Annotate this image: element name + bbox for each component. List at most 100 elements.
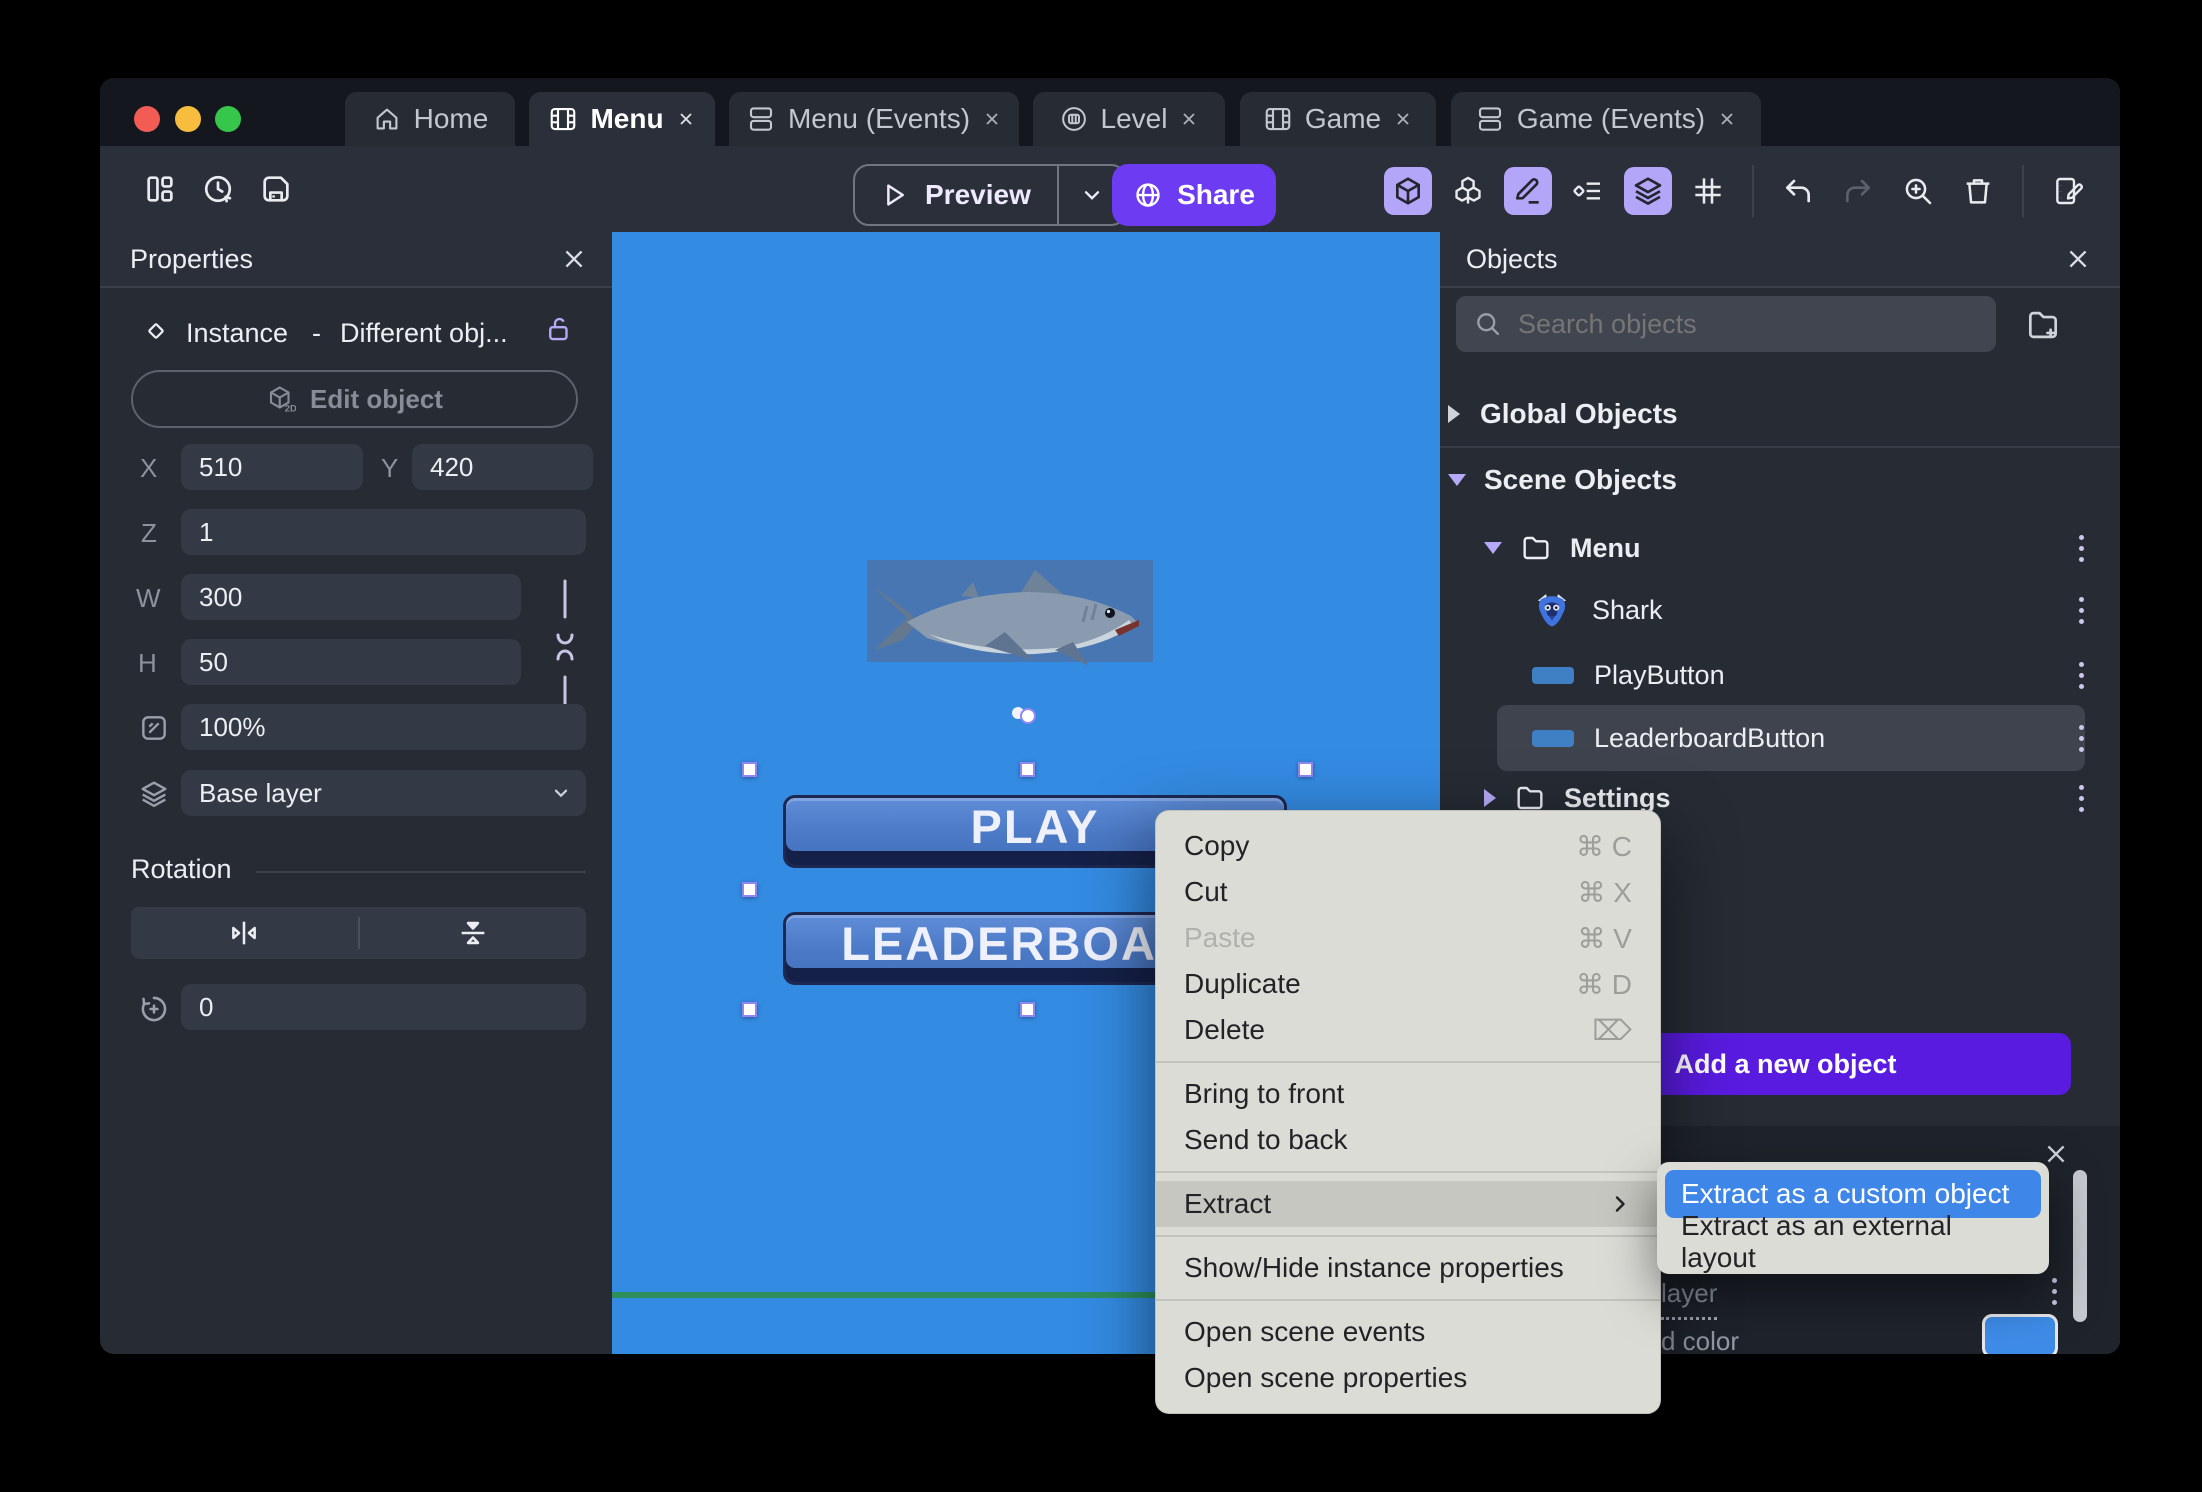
height-input[interactable]: [181, 639, 521, 685]
close-icon[interactable]: [2042, 1140, 2070, 1168]
link-dimensions-icon[interactable]: [552, 577, 578, 717]
tab-menu-events[interactable]: Menu (Events): [729, 92, 1019, 146]
toolbar-separator: [1752, 165, 1754, 217]
rotation-input[interactable]: [181, 984, 586, 1030]
object-row-shark[interactable]: Shark: [1532, 584, 2084, 636]
delete-button[interactable]: [1954, 167, 2002, 215]
selection-handle-top-right[interactable]: [1298, 762, 1313, 777]
flip-horizontal-button[interactable]: [131, 916, 358, 950]
folder-row-menu[interactable]: Menu: [1484, 524, 2084, 572]
opacity-input[interactable]: [181, 704, 586, 750]
kebab-menu-icon[interactable]: [2079, 724, 2084, 752]
zoom-button[interactable]: [1894, 167, 1942, 215]
close-icon[interactable]: [2064, 245, 2092, 273]
flip-vertical-button[interactable]: [360, 916, 587, 950]
objects-3d-toggle[interactable]: [1384, 167, 1432, 215]
dashboard-icon: [143, 172, 177, 206]
menu-item-bring-to-front[interactable]: Bring to front: [1156, 1071, 1660, 1117]
tab-menu[interactable]: Menu: [529, 92, 715, 146]
menu-item-copy[interactable]: Copy ⌘ C: [1156, 823, 1660, 869]
instance-object-name: Different obj...: [340, 318, 508, 348]
kebab-menu-icon[interactable]: [2079, 596, 2084, 624]
objects-list-toggle[interactable]: [1444, 167, 1492, 215]
tab-label: Game: [1304, 103, 1382, 134]
close-icon[interactable]: [676, 109, 696, 129]
tab-game[interactable]: Game: [1240, 92, 1436, 146]
z-input[interactable]: [181, 509, 586, 555]
scene-objects-group[interactable]: Scene Objects: [1448, 458, 1677, 502]
tab-label: Menu (Events): [787, 103, 971, 134]
menu-divider: [1156, 1235, 1660, 1237]
close-icon[interactable]: [560, 245, 588, 273]
edit-scene-properties-button[interactable]: [2044, 167, 2092, 215]
preview-button[interactable]: Preview: [855, 179, 1057, 211]
menu-item-extract[interactable]: Extract: [1156, 1181, 1660, 1227]
tab-label: Level: [1100, 103, 1168, 134]
menu-item-delete[interactable]: Delete ⌦: [1156, 1007, 1660, 1053]
kebab-menu-icon[interactable]: [2079, 784, 2084, 812]
rotate-handle[interactable]: [1020, 708, 1036, 724]
layer-select[interactable]: Base layer: [181, 770, 586, 816]
chevron-down-icon: [1484, 542, 1502, 554]
edit-object-button[interactable]: 2D Edit object: [131, 370, 578, 428]
menu-item-duplicate[interactable]: Duplicate ⌘ D: [1156, 961, 1660, 1007]
window-maximize-button[interactable]: [215, 106, 241, 132]
tab-level[interactable]: Level: [1033, 92, 1225, 146]
shortcut-label: ⌘ C: [1576, 830, 1632, 862]
project-manager-button[interactable]: [136, 165, 184, 213]
tab-game-events[interactable]: Game (Events): [1451, 92, 1761, 146]
close-icon[interactable]: [982, 109, 1002, 129]
grid-toggle[interactable]: [1684, 167, 1732, 215]
close-icon[interactable]: [1717, 109, 1737, 129]
shortcut-label: ⌘ D: [1576, 968, 1632, 1000]
shark-sprite[interactable]: [867, 556, 1153, 686]
search-input[interactable]: [1518, 308, 1978, 340]
close-icon[interactable]: [1179, 109, 1199, 129]
menu-item-send-to-back[interactable]: Send to back: [1156, 1117, 1660, 1163]
object-row-leaderboardbutton[interactable]: LeaderboardButton: [1532, 712, 2084, 764]
delete-key-icon: ⌦: [1592, 1014, 1632, 1046]
x-input[interactable]: [181, 444, 363, 490]
new-folder-icon[interactable]: [2024, 306, 2062, 344]
scrollbar-thumb[interactable]: [2073, 1170, 2087, 1322]
kebab-menu-icon[interactable]: [2079, 534, 2084, 562]
layers-toggle[interactable]: [1624, 167, 1672, 215]
menu-item-cut[interactable]: Cut ⌘ X: [1156, 869, 1660, 915]
history-button[interactable]: [194, 165, 242, 213]
save-button[interactable]: [252, 165, 300, 213]
selection-handle-bottom-left[interactable]: [742, 1002, 757, 1017]
close-icon[interactable]: [1393, 109, 1413, 129]
selection-handle-top-left[interactable]: [742, 762, 757, 777]
object-row-playbutton[interactable]: PlayButton: [1532, 649, 2084, 701]
window-close-button[interactable]: [134, 106, 160, 132]
kebab-menu-icon[interactable]: [2052, 1278, 2057, 1305]
window-minimize-button[interactable]: [175, 106, 201, 132]
width-input[interactable]: [181, 574, 521, 620]
lock-open-icon[interactable]: [544, 314, 574, 344]
y-input[interactable]: [412, 444, 593, 490]
menu-item-paste[interactable]: Paste ⌘ V: [1156, 915, 1660, 961]
layer-name-text[interactable]: layer: [1661, 1278, 1718, 1320]
zoom-in-icon: [1902, 175, 1934, 207]
z-label: Z: [141, 518, 157, 548]
chevron-right-icon: [1484, 789, 1496, 807]
menu-item-open-scene-events[interactable]: Open scene events: [1156, 1309, 1660, 1355]
share-button[interactable]: Share: [1112, 164, 1276, 226]
selection-handle-mid-left[interactable]: [742, 882, 757, 897]
search-objects-field[interactable]: [1456, 296, 1996, 352]
edit-mode-toggle[interactable]: [1504, 167, 1552, 215]
svg-text:2D: 2D: [285, 404, 296, 414]
submenu-item-extract-external-layout[interactable]: Extract as an external layout: [1665, 1210, 2041, 1273]
kebab-menu-icon[interactable]: [2079, 661, 2084, 689]
tab-home[interactable]: Home: [345, 92, 515, 146]
selection-handle-top-mid[interactable]: [1020, 762, 1035, 777]
redo-button[interactable]: [1834, 167, 1882, 215]
menu-item-label: Paste: [1184, 922, 1256, 953]
background-color-swatch[interactable]: [1982, 1314, 2058, 1354]
instance-properties-toggle[interactable]: [1564, 167, 1612, 215]
undo-button[interactable]: [1774, 167, 1822, 215]
global-objects-group[interactable]: Global Objects: [1448, 392, 1678, 436]
menu-item-show-hide-instance-properties[interactable]: Show/Hide instance properties: [1156, 1245, 1660, 1291]
menu-item-open-scene-properties[interactable]: Open scene properties: [1156, 1355, 1660, 1401]
selection-handle-bottom-mid[interactable]: [1020, 1002, 1035, 1017]
